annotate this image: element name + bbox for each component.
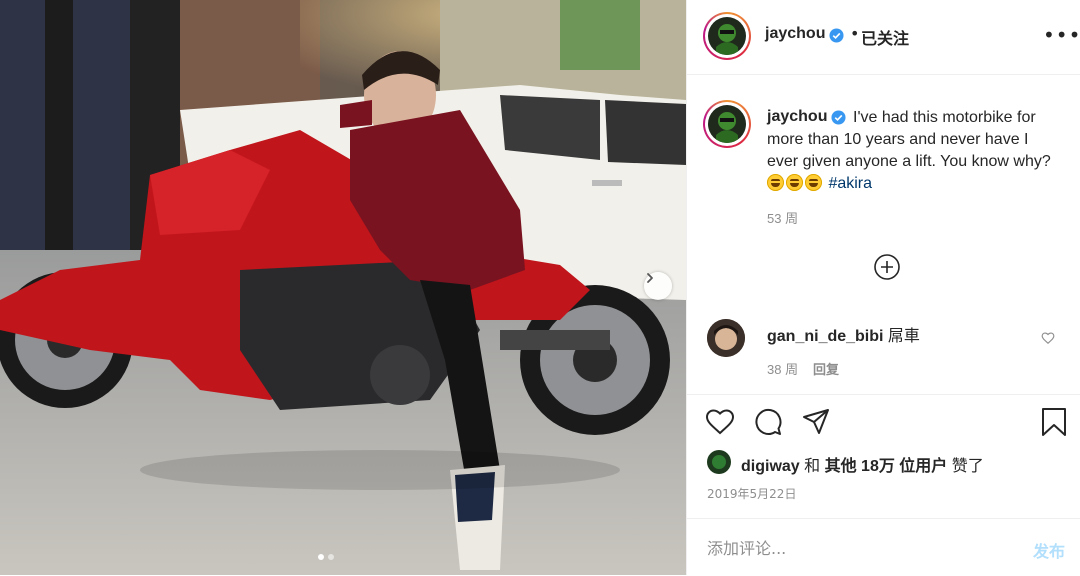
avatar — [708, 105, 746, 143]
following-button[interactable]: 已关注 — [861, 25, 909, 49]
reply-button[interactable]: 回复 — [813, 359, 839, 378]
caption-text: I've had this motorbike for more than 10… — [767, 107, 1057, 195]
commenter-avatar[interactable] — [707, 319, 745, 357]
comment-input[interactable] — [707, 537, 1007, 559]
carousel-next-button[interactable] — [644, 272, 672, 300]
likes-conj: 和 — [804, 458, 821, 475]
avatar-story-ring[interactable] — [703, 12, 751, 60]
caption-avatar-ring[interactable] — [703, 100, 751, 148]
chevron-right-icon — [647, 273, 653, 283]
carousel-dot — [328, 554, 334, 560]
add-comment-section: 发布 — [687, 518, 1080, 576]
liker-avatar[interactable] — [707, 450, 731, 474]
carousel-dot — [318, 554, 324, 560]
save-bookmark-icon[interactable] — [1039, 407, 1069, 437]
share-icon[interactable] — [801, 407, 831, 437]
comment: gan_ni_de_bibi 屌車 — [767, 322, 920, 346]
likes-suffix: 赞了 — [951, 458, 984, 475]
caption-time[interactable]: 53 周 — [767, 208, 798, 227]
header-separator: • — [850, 24, 860, 43]
comment-text: 屌車 — [887, 328, 920, 345]
carousel-indicator — [318, 554, 334, 560]
like-icon[interactable] — [705, 407, 735, 437]
caption-body: I've had this motorbike for more than 10… — [767, 109, 1051, 170]
laughing-emoji-icon — [786, 174, 803, 191]
comment-icon[interactable] — [753, 407, 783, 437]
load-more-comments-icon[interactable] — [874, 254, 900, 280]
laughing-emoji-icon — [805, 174, 822, 191]
post-side-panel: jaychou • 已关注 ••• jaychou I've had this … — [686, 0, 1080, 575]
like-comment-icon[interactable] — [1041, 331, 1055, 345]
laughing-emoji-icon — [767, 174, 784, 191]
hashtag-link[interactable]: #akira — [828, 175, 872, 192]
post-photo[interactable] — [0, 0, 686, 575]
avatar — [708, 17, 746, 55]
post-header: jaychou • 已关注 ••• — [687, 0, 1080, 75]
likes-others-link[interactable]: 其他 18万 位用户 — [825, 458, 948, 475]
post-date[interactable]: 2019年5月22日 — [707, 485, 796, 502]
photo-image — [0, 0, 686, 575]
more-options-button[interactable]: ••• — [1043, 25, 1080, 45]
comment-time[interactable]: 38 周 — [767, 359, 798, 378]
liker-username[interactable]: digiway — [741, 458, 800, 475]
verified-badge-icon — [829, 28, 844, 43]
post-comment-button[interactable]: 发布 — [1033, 538, 1065, 562]
header-username[interactable]: jaychou — [765, 25, 825, 43]
comment-username[interactable]: gan_ni_de_bibi — [767, 328, 883, 345]
